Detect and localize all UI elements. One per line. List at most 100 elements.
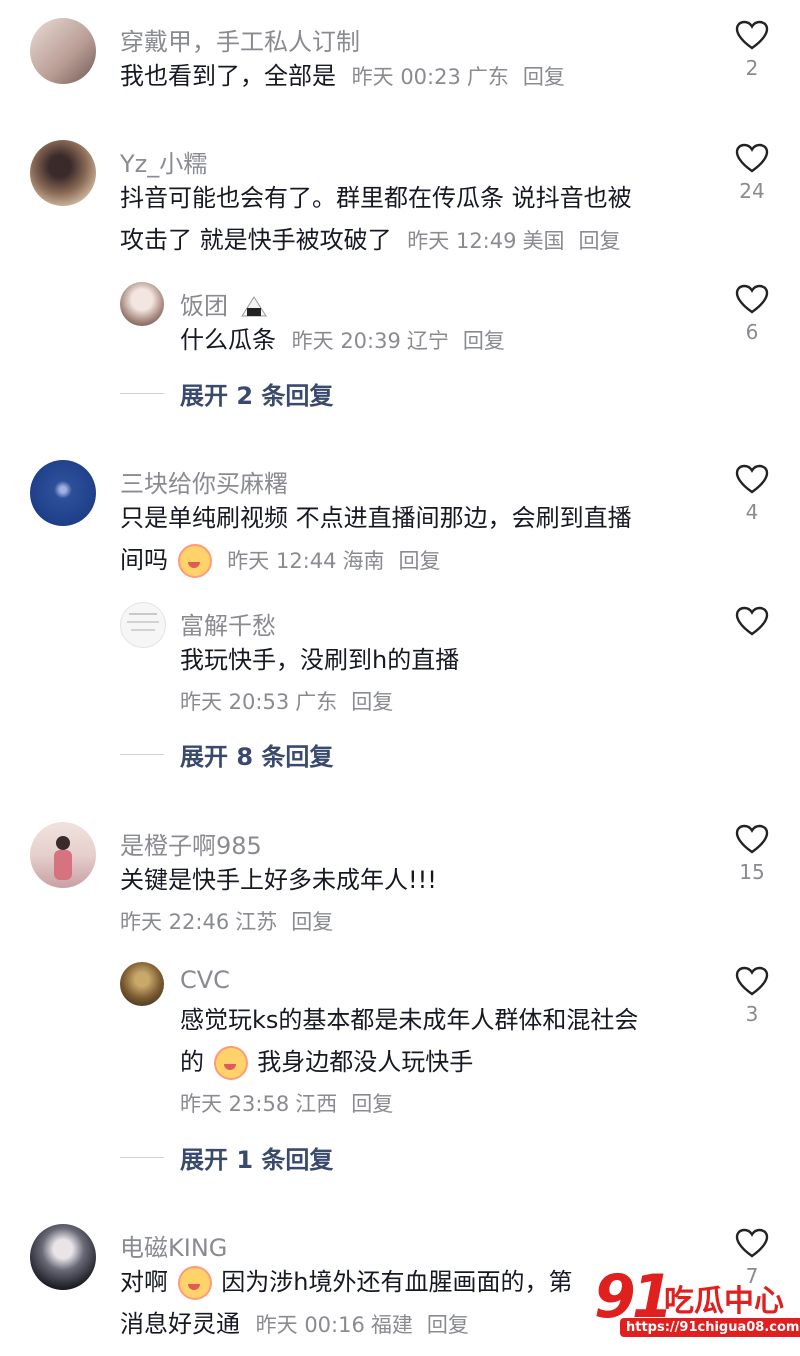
comment-text: 只是单纯刷视频 不点进直播间那边，会刷到直播 (120, 504, 632, 532)
heart-icon (735, 284, 769, 314)
reply-button[interactable]: 回复 (398, 549, 440, 573)
comment-body: 间吗 (120, 546, 168, 574)
heart-icon (735, 606, 769, 636)
reply-location: 江西 (295, 1092, 338, 1116)
reply-body: 的 (180, 1048, 204, 1076)
like-button[interactable]: 6 (722, 284, 782, 344)
heart-icon (735, 143, 769, 173)
reply-button[interactable]: 回复 (578, 229, 620, 253)
expand-replies-label: 展开 2 条回复 (180, 382, 334, 410)
comment-meta: 昨天 12:44 海南 回复 (227, 549, 446, 573)
reply-meta: 昨天 20:53 广东 回复 (180, 682, 399, 722)
watermark-url: https://91chigua08.com (620, 1318, 800, 1337)
reply-text: 的 我身边都没人玩快手 (180, 1042, 473, 1082)
like-button[interactable]: 2 (722, 20, 782, 80)
reply-meta: 昨天 23:58 江西 回复 (180, 1084, 399, 1124)
reply-body: 什么瓜条 (180, 326, 276, 354)
avatar[interactable] (120, 962, 164, 1006)
heart-icon (735, 464, 769, 494)
reply-time: 昨天 20:53 (180, 690, 290, 714)
comment-username[interactable]: 穿戴甲，手工私人订制 (120, 22, 360, 57)
like-count: 2 (745, 56, 759, 80)
reply-text: 什么瓜条 昨天 20:39 辽宁 回复 (180, 320, 511, 361)
comment-body: 对啊 (120, 1268, 168, 1296)
avatar[interactable] (30, 140, 96, 206)
heart-icon (735, 966, 769, 996)
reply-time: 昨天 20:39 (291, 329, 401, 353)
like-count (722, 642, 782, 666)
reply-button[interactable]: 回复 (351, 690, 393, 714)
comment-time: 昨天 12:44 (227, 549, 337, 573)
comment-location: 美国 (522, 229, 565, 253)
comment-time: 昨天 00:23 (351, 65, 461, 89)
reply-button[interactable]: 回复 (427, 1313, 469, 1337)
comment-text: 我也看到了，全部是 昨天 00:23 广东 回复 (120, 56, 571, 97)
comment-body: 我也看到了，全部是 (120, 62, 336, 90)
comment-time: 昨天 00:16 (255, 1313, 365, 1337)
reply-location: 辽宁 (406, 329, 449, 353)
expand-replies-button[interactable]: 展开 1 条回复 (120, 1140, 333, 1175)
reply-username[interactable]: 富解千愁 (180, 606, 276, 641)
like-count: 24 (739, 179, 765, 203)
like-button[interactable] (722, 606, 782, 666)
comment-body: 攻击了 就是快手被攻破了 (120, 226, 392, 254)
reply-location: 广东 (295, 690, 338, 714)
watermark-logo: 91 吃瓜中心 https://91chigua08.com (594, 1262, 800, 1342)
avatar[interactable] (30, 18, 96, 84)
comment-location: 广东 (466, 65, 509, 89)
like-count: 3 (745, 1002, 759, 1026)
comment-username[interactable]: 电磁KING (120, 1228, 227, 1263)
crying-emoji-icon (177, 544, 212, 578)
expand-replies-button[interactable]: 展开 8 条回复 (120, 737, 333, 772)
comment-meta: 昨天 00:23 广东 回复 (352, 65, 571, 89)
comment-text: 对啊 因为涉h境外还有血腥画面的，第 (120, 1262, 573, 1302)
watermark-title: 吃瓜中心 (664, 1284, 784, 1319)
avatar[interactable] (120, 282, 164, 326)
comment-text: 攻击了 就是快手被攻破了 昨天 12:49 美国 回复 (120, 220, 626, 261)
reply-username[interactable]: 饭团 (180, 286, 268, 321)
reply-text: 感觉玩ks的基本都是未成年人群体和混社会 (180, 1006, 639, 1034)
comment-text: 间吗 昨天 12:44 海南 回复 (120, 540, 446, 581)
reply-body: 我身边都没人玩快手 (257, 1048, 474, 1076)
comment-time: 昨天 22:46 (120, 910, 230, 934)
avatar[interactable] (30, 822, 96, 888)
expand-replies-button[interactable]: 展开 2 条回复 (120, 376, 333, 411)
like-count: 15 (739, 860, 765, 884)
grinning-emoji-icon (177, 1266, 212, 1300)
comment-meta: 昨天 00:16 福建 回复 (256, 1313, 475, 1337)
reply-button[interactable]: 回复 (463, 329, 505, 353)
like-button[interactable]: 24 (722, 143, 782, 203)
expand-replies-label: 展开 8 条回复 (180, 743, 334, 771)
comment-body: 消息好灵通 (120, 1310, 240, 1338)
reply-time: 昨天 23:58 (180, 1092, 290, 1116)
crying-emoji-icon (213, 1046, 248, 1080)
like-count: 4 (745, 500, 759, 524)
reply-button[interactable]: 回复 (291, 910, 333, 934)
heart-icon (735, 20, 769, 50)
comment-location: 福建 (370, 1313, 413, 1337)
comment-meta: 昨天 12:49 美国 回复 (407, 229, 626, 253)
like-button[interactable]: 4 (722, 464, 782, 524)
comment-location: 江苏 (235, 910, 278, 934)
divider (120, 754, 164, 755)
heart-icon (735, 1228, 769, 1258)
avatar[interactable] (120, 602, 166, 648)
divider (120, 393, 164, 394)
like-button[interactable]: 15 (722, 824, 782, 884)
comment-body: 因为涉h境外还有血腥画面的，第 (221, 1268, 573, 1296)
comment-username[interactable]: 是橙子啊985 (120, 826, 262, 861)
reply-text: 我玩快手，没刷到h的直播 (180, 646, 460, 674)
reply-button[interactable]: 回复 (351, 1092, 393, 1116)
avatar[interactable] (30, 1224, 96, 1290)
comment-username[interactable]: Yz_小糯 (120, 144, 207, 179)
divider (120, 1157, 164, 1158)
rice-ball-icon (240, 296, 267, 317)
avatar[interactable] (30, 460, 96, 526)
comment-username[interactable]: 三块给你买麻糬 (120, 464, 288, 499)
reply-button[interactable]: 回复 (523, 65, 565, 89)
like-button[interactable]: 3 (722, 966, 782, 1026)
comment-time: 昨天 12:49 (407, 229, 517, 253)
comment-text: 抖音可能也会有了。群里都在传瓜条 说抖音也被 (120, 184, 632, 212)
reply-username[interactable]: CVC (180, 966, 230, 994)
expand-replies-label: 展开 1 条回复 (180, 1146, 334, 1174)
